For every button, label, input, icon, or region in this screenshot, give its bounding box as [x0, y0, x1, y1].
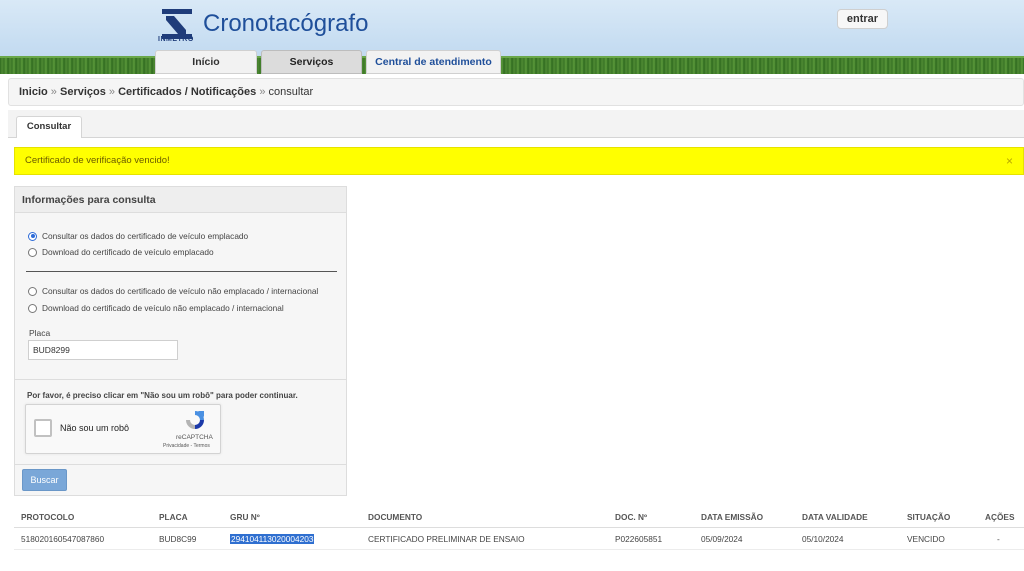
recaptcha-brand: reCAPTCHA: [176, 434, 213, 441]
column-header: SITUAÇÃO: [907, 512, 951, 522]
breadcrumb-item-servicos[interactable]: Serviços: [60, 86, 106, 98]
column-header: PLACA: [159, 512, 188, 522]
app-title: Cronotacógrafo: [203, 10, 369, 37]
cell-protocolo: 518020160547087860: [21, 534, 105, 544]
cell-data-emissao: 05/09/2024: [701, 534, 743, 544]
alert-banner: Certificado de verificação vencido! ×: [14, 147, 1024, 175]
header-grass-decoration: [0, 56, 1024, 74]
tab-consultar[interactable]: Consultar: [16, 116, 82, 138]
recaptcha-links[interactable]: Privacidade - Termos: [163, 443, 210, 449]
breadcrumb-item-certificados[interactable]: Certificados / Notificações: [118, 86, 256, 98]
option-download-nao-emplacado[interactable]: Download do certificado de veículo não e…: [28, 303, 284, 313]
column-header: AÇÕES: [985, 512, 1015, 522]
recaptcha-widget[interactable]: Não sou um robô reCAPTCHA Privacidade - …: [25, 404, 221, 454]
nav-tab-servicos[interactable]: Serviços: [261, 50, 362, 74]
buscar-button[interactable]: Buscar: [22, 469, 67, 491]
column-header: DOCUMENTO: [368, 512, 423, 522]
radio-button[interactable]: [28, 286, 37, 296]
option-label: Download do certificado de veículo empla…: [42, 247, 214, 257]
table-header: PROTOCOLO PLACA GRU Nº DOCUMENTO DOC. Nº…: [14, 506, 1024, 528]
recaptcha-logo-icon: [186, 411, 204, 429]
column-header: DOC. Nº: [615, 512, 648, 522]
login-button[interactable]: entrar: [837, 9, 888, 29]
form-title: Informações para consulta: [15, 187, 346, 213]
cell-doc-numero: P022605851: [615, 534, 663, 544]
cell-placa: BUD8C99: [159, 534, 197, 544]
cell-situacao: VENCIDO: [907, 534, 945, 544]
column-header: GRU Nº: [230, 512, 260, 522]
cell-data-validade: 05/10/2024: [802, 534, 844, 544]
recaptcha-checkbox[interactable]: [34, 419, 52, 437]
cell-gru: 294104113020004203: [230, 528, 315, 550]
selected-text: 294104113020004203: [230, 534, 315, 544]
placa-input[interactable]: BUD8299: [28, 340, 178, 360]
option-label: Consultar os dados do certificado de veí…: [42, 286, 319, 296]
radio-button[interactable]: [28, 303, 37, 313]
captcha-section: Por favor, é preciso clicar em "Não sou …: [15, 379, 346, 465]
option-label: Consultar os dados do certificado de veí…: [42, 231, 249, 241]
form-divider: [26, 271, 337, 272]
radio-button-selected[interactable]: [28, 231, 37, 241]
option-download-emplacado[interactable]: Download do certificado de veículo empla…: [28, 247, 214, 257]
close-icon[interactable]: ×: [1006, 148, 1013, 174]
column-header: DATA EMISSÃO: [701, 512, 764, 522]
cell-documento: CERTIFICADO PRELIMINAR DE ENSAIO: [368, 534, 525, 544]
breadcrumb-separator: »: [108, 86, 116, 98]
breadcrumb: Inicio » Serviços » Certificados / Notif…: [8, 78, 1024, 106]
nav-tab-inicio[interactable]: Início: [155, 50, 257, 74]
robot-note: Por favor, é preciso clicar em "Não sou …: [27, 391, 298, 400]
logo-text: INMETRO: [158, 36, 194, 43]
breadcrumb-item-inicio[interactable]: Inicio: [19, 86, 48, 98]
consulta-form: Informações para consulta Consultar os d…: [14, 186, 347, 496]
cell-acoes[interactable]: -: [997, 528, 1000, 550]
option-consultar-emplacado[interactable]: Consultar os dados do certificado de veí…: [28, 231, 248, 241]
results-table: PROTOCOLO PLACA GRU Nº DOCUMENTO DOC. Nº…: [14, 506, 1024, 550]
breadcrumb-current: consultar: [268, 86, 314, 98]
breadcrumb-separator: »: [259, 86, 266, 98]
nav-tab-central-atendimento[interactable]: Central de atendimento: [366, 50, 501, 74]
option-label: Download do certificado de veículo não e…: [42, 303, 284, 313]
column-header: DATA VALIDADE: [802, 512, 868, 522]
table-row: 518020160547087860 BUD8C99 2941041130200…: [14, 528, 1024, 550]
alert-message: Certificado de verificação vencido!: [25, 155, 170, 166]
placa-label: Placa: [29, 328, 51, 338]
site-header: INMETRO Cronotacógrafo entrar: [0, 0, 1024, 74]
recaptcha-label: Não sou um robô: [60, 423, 130, 433]
breadcrumb-separator: »: [50, 86, 57, 98]
column-header: PROTOCOLO: [21, 512, 75, 522]
radio-button[interactable]: [28, 247, 37, 257]
option-consultar-nao-emplacado[interactable]: Consultar os dados do certificado de veí…: [28, 286, 318, 296]
